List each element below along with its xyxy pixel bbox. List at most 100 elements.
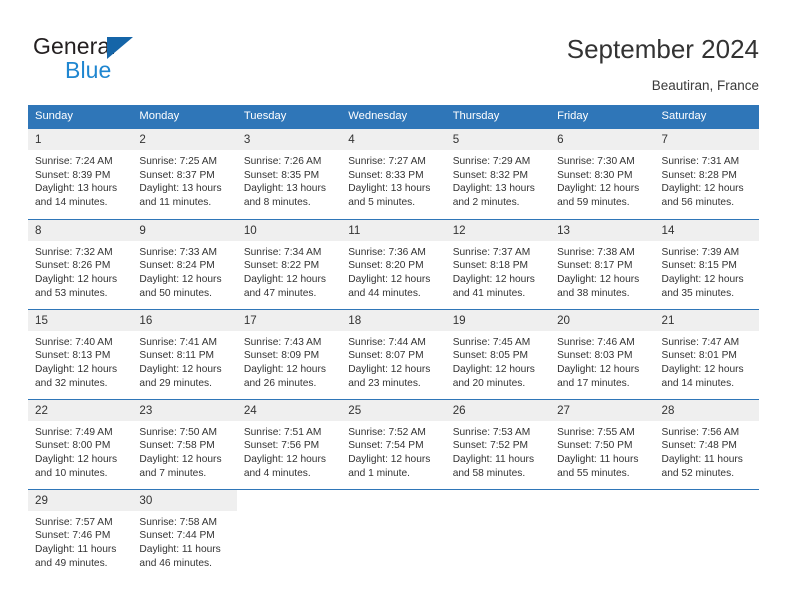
daylight-line-1: Daylight: 12 hours <box>348 453 431 465</box>
day-cell[interactable]: 26 Sunrise: 7:53 AM Sunset: 7:52 PM Dayl… <box>445 398 551 489</box>
column-header-friday: Friday <box>550 105 655 129</box>
daylight-line-2: and 1 minute. <box>348 467 410 479</box>
column-header-tuesday: Tuesday <box>236 105 342 129</box>
day-cell[interactable]: 2 Sunrise: 7:25 AM Sunset: 8:37 PM Dayli… <box>132 129 237 219</box>
day-cell[interactable]: 12 Sunrise: 7:37 AM Sunset: 8:18 PM Dayl… <box>445 218 551 309</box>
day-number: 18 <box>341 309 446 331</box>
daylight-line-1: Daylight: 12 hours <box>139 363 222 375</box>
daylight-line-1: Daylight: 13 hours <box>139 183 222 195</box>
brand-logo: General Blue <box>33 33 213 87</box>
sunrise-time: Sunrise: 7:41 AM <box>139 336 218 348</box>
sunset-time: Sunset: 8:11 PM <box>139 350 214 362</box>
daylight-line-1: Daylight: 12 hours <box>557 273 640 285</box>
day-number: 8 <box>28 219 133 241</box>
daylight-line-1: Daylight: 11 hours <box>35 543 117 555</box>
sunset-time: Sunset: 7:48 PM <box>661 440 737 452</box>
sunrise-time: Sunrise: 7:38 AM <box>557 246 635 258</box>
day-number: 25 <box>341 399 446 421</box>
day-details: Sunrise: 7:27 AM Sunset: 8:33 PM Dayligh… <box>341 150 445 210</box>
daylight-line-1: Daylight: 12 hours <box>243 363 326 375</box>
daylight-line-1: Daylight: 12 hours <box>139 453 222 465</box>
daylight-line-2: and 44 minutes. <box>348 287 421 299</box>
day-cell[interactable]: 7 Sunrise: 7:31 AM Sunset: 8:28 PM Dayli… <box>654 129 759 219</box>
daylight-line-1: Daylight: 12 hours <box>452 273 535 285</box>
day-cell[interactable]: 28 Sunrise: 7:56 AM Sunset: 7:48 PM Dayl… <box>654 398 759 489</box>
day-details: Sunrise: 7:58 AM Sunset: 7:44 PM Dayligh… <box>132 511 236 571</box>
day-details: Sunrise: 7:55 AM Sunset: 7:50 PM Dayligh… <box>550 421 654 481</box>
daylight-line-2: and 50 minutes. <box>139 287 212 299</box>
day-cell[interactable]: 13 Sunrise: 7:38 AM Sunset: 8:17 PM Dayl… <box>550 218 655 309</box>
day-details: Sunrise: 7:37 AM Sunset: 8:18 PM Dayligh… <box>446 241 550 301</box>
day-cell[interactable]: 27 Sunrise: 7:55 AM Sunset: 7:50 PM Dayl… <box>550 398 655 489</box>
day-details: Sunrise: 7:44 AM Sunset: 8:07 PM Dayligh… <box>341 331 445 391</box>
day-cell[interactable]: 4 Sunrise: 7:27 AM Sunset: 8:33 PM Dayli… <box>341 129 446 219</box>
sunset-time: Sunset: 8:22 PM <box>243 260 320 272</box>
day-cell[interactable]: 21 Sunrise: 7:47 AM Sunset: 8:01 PM Dayl… <box>654 308 759 399</box>
day-cell[interactable]: 25 Sunrise: 7:52 AM Sunset: 7:54 PM Dayl… <box>341 398 446 489</box>
day-cell[interactable]: 30 Sunrise: 7:58 AM Sunset: 7:44 PM Dayl… <box>132 488 237 579</box>
page-location: Beautiran, France <box>651 78 759 93</box>
day-number: 12 <box>445 219 551 241</box>
daylight-line-1: Daylight: 12 hours <box>661 273 744 285</box>
daylight-line-1: Daylight: 11 hours <box>139 543 221 555</box>
day-cell[interactable]: 19 Sunrise: 7:45 AM Sunset: 8:05 PM Dayl… <box>445 308 551 399</box>
day-number: 15 <box>28 309 133 331</box>
day-number: 7 <box>654 129 759 150</box>
day-cell[interactable]: 6 Sunrise: 7:30 AM Sunset: 8:30 PM Dayli… <box>550 129 655 219</box>
day-cell[interactable]: 20 Sunrise: 7:46 AM Sunset: 8:03 PM Dayl… <box>550 308 655 399</box>
sunrise-time: Sunrise: 7:53 AM <box>452 426 531 438</box>
calendar-week-row: 29 Sunrise: 7:57 AM Sunset: 7:46 PM Dayl… <box>28 488 759 579</box>
day-number <box>341 489 446 511</box>
day-cell[interactable]: 22 Sunrise: 7:49 AM Sunset: 8:00 PM Dayl… <box>28 398 133 489</box>
sunset-time: Sunset: 8:35 PM <box>243 169 320 181</box>
daylight-line-2: and 5 minutes. <box>348 197 416 209</box>
sunrise-time: Sunrise: 7:40 AM <box>35 336 113 348</box>
day-cell[interactable]: 29 Sunrise: 7:57 AM Sunset: 7:46 PM Dayl… <box>28 488 133 579</box>
day-cell[interactable]: 15 Sunrise: 7:40 AM Sunset: 8:13 PM Dayl… <box>28 308 133 399</box>
sunset-time: Sunset: 8:05 PM <box>452 350 529 362</box>
daylight-line-1: Daylight: 13 hours <box>452 183 535 195</box>
sunset-time: Sunset: 7:52 PM <box>452 440 529 452</box>
sunrise-time: Sunrise: 7:25 AM <box>139 156 218 167</box>
daylight-line-2: and 55 minutes. <box>557 467 630 479</box>
day-number: 11 <box>341 219 446 241</box>
sunset-time: Sunset: 8:33 PM <box>348 169 424 181</box>
sunset-time: Sunset: 8:30 PM <box>557 169 633 181</box>
day-cell[interactable]: 17 Sunrise: 7:43 AM Sunset: 8:09 PM Dayl… <box>236 308 342 399</box>
column-header-sunday: Sunday <box>28 105 133 129</box>
day-cell[interactable]: 10 Sunrise: 7:34 AM Sunset: 8:22 PM Dayl… <box>236 218 342 309</box>
daylight-line-2: and 11 minutes. <box>139 197 212 209</box>
day-cell[interactable]: 11 Sunrise: 7:36 AM Sunset: 8:20 PM Dayl… <box>341 218 446 309</box>
day-cell[interactable]: 24 Sunrise: 7:51 AM Sunset: 7:56 PM Dayl… <box>236 398 342 489</box>
daylight-line-1: Daylight: 12 hours <box>557 363 640 375</box>
day-cell[interactable]: 9 Sunrise: 7:33 AM Sunset: 8:24 PM Dayli… <box>132 218 237 309</box>
day-cell[interactable]: 23 Sunrise: 7:50 AM Sunset: 7:58 PM Dayl… <box>132 398 237 489</box>
sunrise-time: Sunrise: 7:32 AM <box>35 246 113 258</box>
day-cell[interactable]: 5 Sunrise: 7:29 AM Sunset: 8:32 PM Dayli… <box>445 129 551 219</box>
day-number: 26 <box>445 399 551 421</box>
day-number <box>236 489 342 511</box>
day-cell[interactable]: 1 Sunrise: 7:24 AM Sunset: 8:39 PM Dayli… <box>28 129 133 219</box>
calendar-week-row: 22 Sunrise: 7:49 AM Sunset: 8:00 PM Dayl… <box>28 398 759 489</box>
day-number: 30 <box>132 489 237 511</box>
day-cell[interactable]: 18 Sunrise: 7:44 AM Sunset: 8:07 PM Dayl… <box>341 308 446 399</box>
day-cell[interactable]: 8 Sunrise: 7:32 AM Sunset: 8:26 PM Dayli… <box>28 218 133 309</box>
day-number: 3 <box>236 129 342 150</box>
column-header-saturday: Saturday <box>654 105 759 129</box>
day-number: 13 <box>550 219 655 241</box>
day-details: Sunrise: 7:24 AM Sunset: 8:39 PM Dayligh… <box>28 150 132 210</box>
sunset-time: Sunset: 8:07 PM <box>348 350 424 362</box>
daylight-line-2: and 41 minutes. <box>452 287 526 299</box>
sunrise-time: Sunrise: 7:49 AM <box>35 426 113 438</box>
sunset-time: Sunset: 7:54 PM <box>348 440 424 452</box>
day-cell[interactable]: 3 Sunrise: 7:26 AM Sunset: 8:35 PM Dayli… <box>236 129 342 219</box>
column-header-thursday: Thursday <box>445 105 551 129</box>
daylight-line-2: and 38 minutes. <box>557 287 630 299</box>
day-cell[interactable]: 16 Sunrise: 7:41 AM Sunset: 8:11 PM Dayl… <box>132 308 237 399</box>
day-details: Sunrise: 7:51 AM Sunset: 7:56 PM Dayligh… <box>237 421 341 481</box>
day-cell[interactable]: 14 Sunrise: 7:39 AM Sunset: 8:15 PM Dayl… <box>654 218 759 309</box>
daylight-line-2: and 8 minutes. <box>243 197 311 209</box>
day-details: Sunrise: 7:41 AM Sunset: 8:11 PM Dayligh… <box>132 331 236 391</box>
sunset-time: Sunset: 8:15 PM <box>661 260 737 272</box>
daylight-line-1: Daylight: 11 hours <box>557 453 639 465</box>
